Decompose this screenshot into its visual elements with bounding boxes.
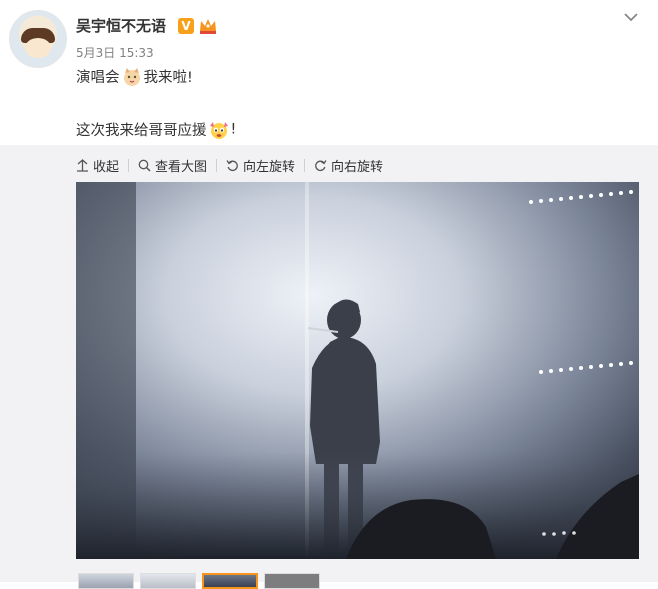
rotate-left-label: 向左旋转 xyxy=(243,159,296,175)
rotate-right-icon xyxy=(315,159,327,171)
concert-photo[interactable] xyxy=(76,182,639,559)
toolbar-divider xyxy=(304,158,306,172)
collapse-label: 收起 xyxy=(93,159,120,175)
rotate-right-button[interactable]: 向右旋转 xyxy=(314,156,383,175)
line2-text-after: ! xyxy=(230,121,237,138)
rotate-left-button[interactable]: 向左旋转 xyxy=(226,156,295,175)
toolbar-divider xyxy=(216,158,218,172)
cat-emoji-icon xyxy=(123,67,140,86)
thumbnail-3-selected[interactable] xyxy=(202,573,258,589)
user-avatar[interactable] xyxy=(9,10,67,68)
post-text-line-1: 演唱会 我来啦! xyxy=(76,66,193,87)
weibo-post: 吴宇恒不无语 V 5月3日 15:33 演唱会 我来啦! 这次我来给哥哥应援 ! xyxy=(0,0,658,589)
line1-text-before: 演唱会 xyxy=(76,70,120,86)
search-icon xyxy=(138,159,151,172)
line1-text-after: 我来啦! xyxy=(143,70,193,86)
rotate-right-label: 向右旋转 xyxy=(331,159,384,175)
thumbnail-strip xyxy=(78,573,320,589)
avatar-face xyxy=(25,38,51,58)
arrow-up-icon xyxy=(77,158,88,172)
post-text-line-2: 这次我来给哥哥应援 ! xyxy=(76,119,236,140)
media-toolbar: 收起 查看大图 向左旋转 向右旋转 xyxy=(76,155,383,175)
verified-badge: V xyxy=(178,18,194,34)
cheer-emoji-icon xyxy=(209,121,228,139)
concert-photo-image xyxy=(76,182,639,559)
thumbnail-1[interactable] xyxy=(78,573,134,589)
view-large-button[interactable]: 查看大图 xyxy=(138,156,207,175)
line2-text-before: 这次我来给哥哥应援 xyxy=(76,123,207,139)
rotate-left-icon xyxy=(226,159,238,171)
collapse-button[interactable]: 收起 xyxy=(76,156,119,175)
post-timestamp[interactable]: 5月3日 15:33 xyxy=(76,44,154,61)
thumbnail-2[interactable] xyxy=(140,573,196,589)
thumbnail-4[interactable] xyxy=(264,573,320,589)
chevron-down-icon[interactable] xyxy=(622,10,640,24)
crown-icon xyxy=(200,19,216,34)
view-large-label: 查看大图 xyxy=(155,159,208,175)
username[interactable]: 吴宇恒不无语 xyxy=(76,15,166,36)
toolbar-divider xyxy=(128,158,130,172)
